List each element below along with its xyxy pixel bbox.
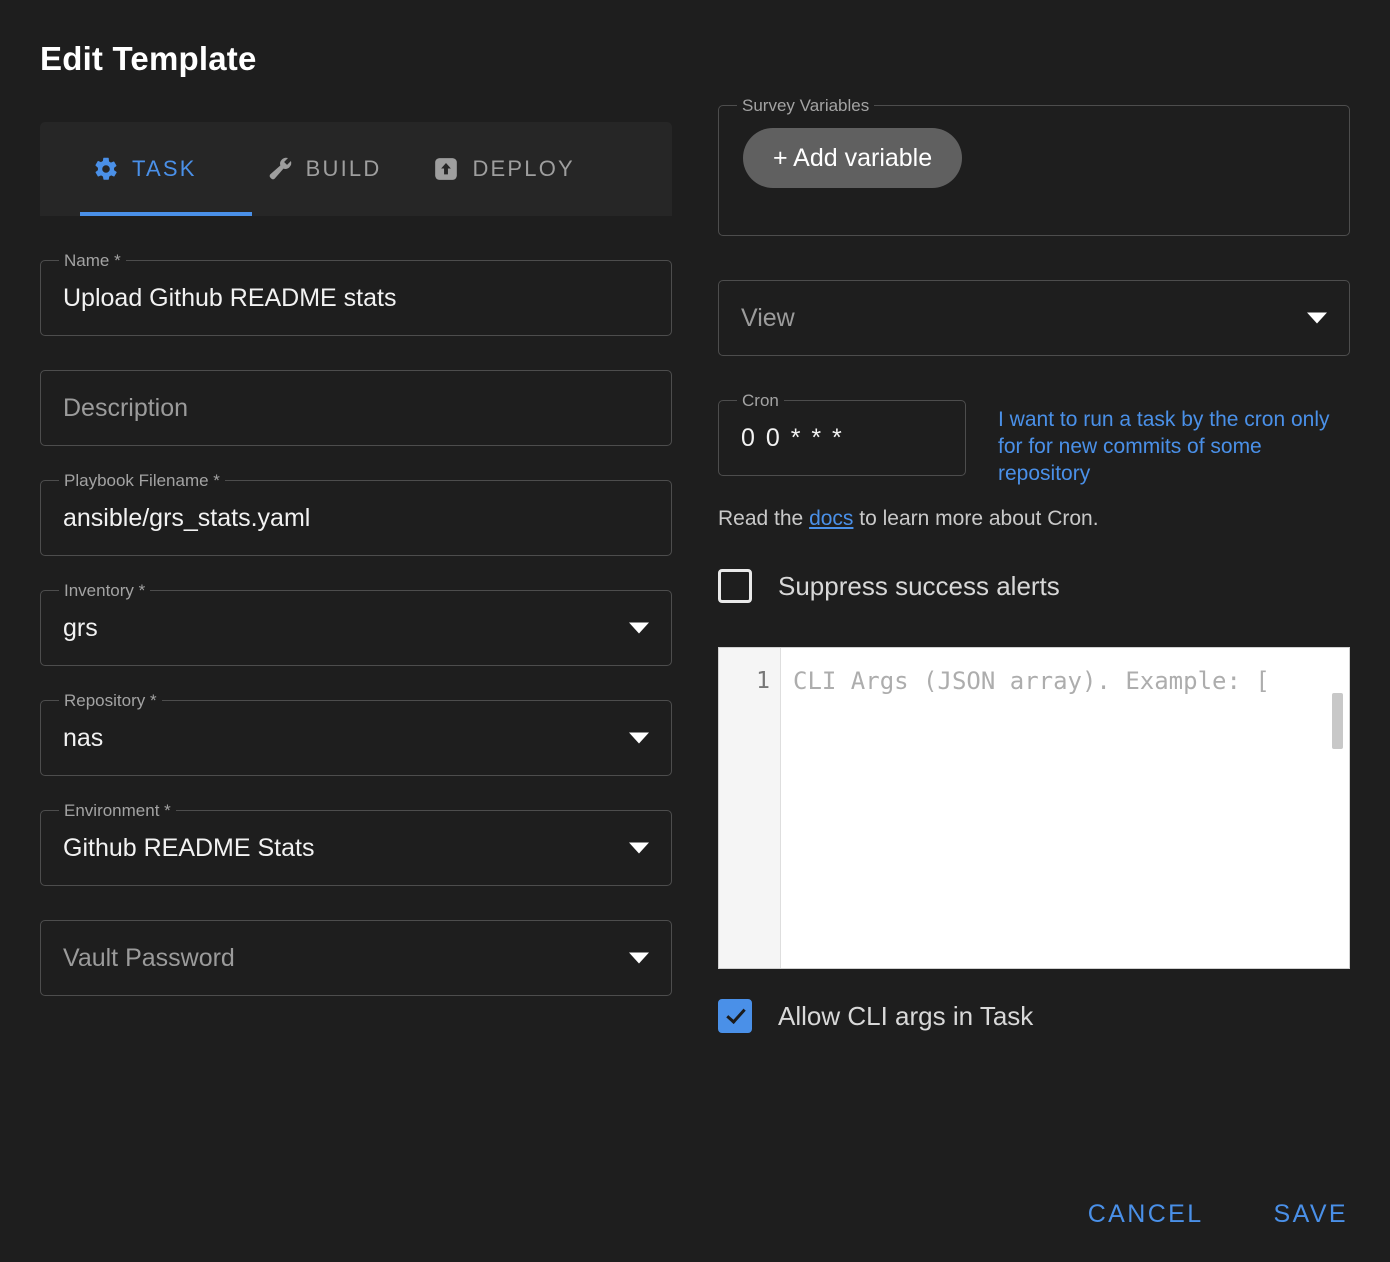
tab-task[interactable]: TASK <box>40 122 241 216</box>
survey-variables-box: Survey Variables + Add variable <box>718 96 1350 236</box>
cron-row: Cron 0 0 * * * I want to run a task by t… <box>718 391 1350 487</box>
chevron-down-icon <box>629 622 649 634</box>
footer-actions: CANCEL SAVE <box>1086 1194 1350 1235</box>
environment-legend: Environment * <box>59 801 176 821</box>
active-tab-indicator <box>80 212 252 216</box>
allow-cli-args-row[interactable]: Allow CLI args in Task <box>718 999 1350 1033</box>
allow-cli-args-label: Allow CLI args in Task <box>778 1000 1034 1031</box>
page-title: Edit Template <box>40 40 257 77</box>
cancel-button[interactable]: CANCEL <box>1086 1194 1206 1235</box>
cron-new-commits-link[interactable]: I want to run a task by the cron only fo… <box>998 400 1346 487</box>
chevron-down-icon <box>629 952 649 964</box>
inventory-value: grs <box>63 613 98 642</box>
view-select-placeholder: View <box>741 303 795 332</box>
repository-value: nas <box>63 723 104 752</box>
tab-build[interactable]: BUILD <box>241 122 408 216</box>
name-field-legend: Name * <box>59 251 126 271</box>
suppress-success-alerts-checkbox[interactable] <box>718 569 752 603</box>
tab-bar: TASK BUILD DEPLOY <box>40 122 672 216</box>
right-column: Survey Variables + Add variable View Cro… <box>718 96 1350 1033</box>
suppress-success-alerts-label: Suppress success alerts <box>778 570 1060 601</box>
editor-line-number: 1 <box>756 668 770 694</box>
description-field[interactable]: Description <box>40 370 672 446</box>
save-button[interactable]: SAVE <box>1272 1194 1350 1235</box>
editor-gutter: 1 <box>719 648 781 968</box>
playbook-filename-legend: Playbook Filename * <box>59 471 225 491</box>
tab-deploy-label: DEPLOY <box>472 156 575 181</box>
survey-variables-legend: Survey Variables <box>737 96 875 116</box>
editor-text-area[interactable]: CLI Args (JSON array). Example: [ <box>781 648 1349 968</box>
suppress-success-alerts-row[interactable]: Suppress success alerts <box>718 569 1350 603</box>
chevron-down-icon <box>629 842 649 854</box>
editor-scrollbar[interactable] <box>1332 693 1343 749</box>
repository-legend: Repository * <box>59 691 162 711</box>
repository-select[interactable]: Repository * nas <box>40 691 672 776</box>
tab-build-label: BUILD <box>305 156 382 181</box>
cron-docs-line: Read the docs to learn more about Cron. <box>718 507 1350 531</box>
inventory-legend: Inventory * <box>59 581 151 601</box>
environment-value: Github README Stats <box>63 833 315 862</box>
tab-deploy[interactable]: DEPLOY <box>407 122 600 216</box>
name-field-value: Upload Github README stats <box>63 283 397 312</box>
add-variable-button[interactable]: + Add variable <box>743 128 963 188</box>
name-field[interactable]: Name * Upload Github README stats <box>40 251 672 336</box>
allow-cli-args-checkbox[interactable] <box>718 999 752 1033</box>
playbook-filename-value: ansible/grs_stats.yaml <box>63 503 311 532</box>
cron-legend: Cron <box>737 391 784 411</box>
cli-args-editor[interactable]: 1 CLI Args (JSON array). Example: [ <box>718 647 1350 969</box>
view-select[interactable]: View <box>718 280 1350 356</box>
inventory-select[interactable]: Inventory * grs <box>40 581 672 666</box>
vault-password-placeholder: Vault Password <box>63 943 235 972</box>
vault-password-select[interactable]: Vault Password <box>40 920 672 996</box>
description-field-placeholder: Description <box>63 393 189 422</box>
tab-task-label: TASK <box>132 156 197 181</box>
cron-docs-suffix: to learn more about Cron. <box>853 507 1099 530</box>
gear-icon <box>93 156 119 182</box>
editor-placeholder: CLI Args (JSON array). Example: [ <box>793 667 1270 695</box>
docs-link[interactable]: docs <box>809 507 853 530</box>
cron-field[interactable]: Cron 0 0 * * * <box>718 391 966 476</box>
cron-value: 0 0 * * * <box>741 423 844 452</box>
playbook-filename-field[interactable]: Playbook Filename * ansible/grs_stats.ya… <box>40 471 672 556</box>
wrench-icon <box>267 156 293 182</box>
left-column: TASK BUILD DEPLOY Name * Upload Github R… <box>40 122 672 996</box>
chevron-down-icon <box>629 732 649 744</box>
cron-docs-prefix: Read the <box>718 507 810 530</box>
environment-select[interactable]: Environment * Github README Stats <box>40 801 672 886</box>
upload-icon <box>433 156 459 182</box>
chevron-down-icon <box>1307 312 1327 324</box>
